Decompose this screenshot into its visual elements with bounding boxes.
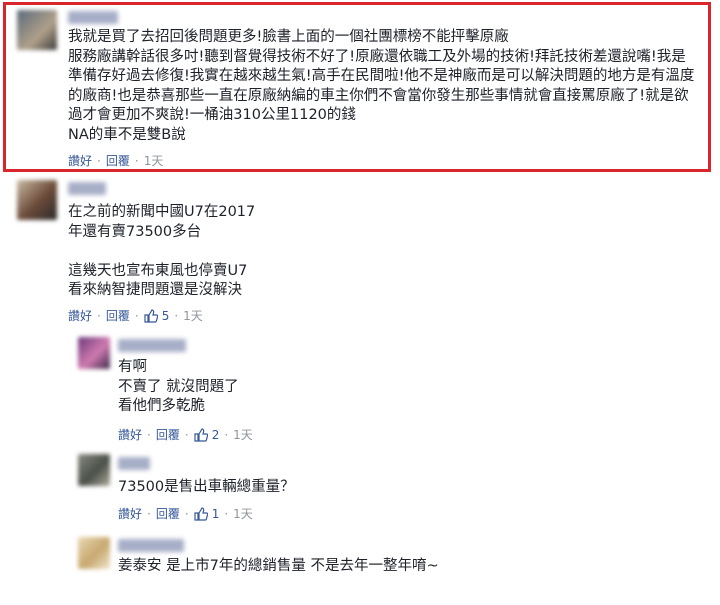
avatar[interactable] [78, 454, 110, 486]
separator: · [97, 308, 101, 323]
thumbs-up-icon [144, 308, 158, 323]
comment-text: 在之前的新聞中國U7在2017 年還有賣73500多台 這幾天也宣布東風也停賣U… [68, 204, 256, 298]
comment-text: 有啊 不賣了 就沒問題了 看他們多乾脆 [118, 359, 239, 414]
comment-text: 我就是買了去招回後問題更多!臉書上面的一個社團標榜不能抨擊原廠 服務廠講幹話很多… [68, 29, 695, 143]
like-count[interactable]: 2 [212, 428, 220, 442]
comment-actions: 讚好 · 回覆 · 2 · 1天 [118, 426, 253, 443]
timestamp[interactable]: 1天 [233, 505, 253, 522]
timestamp[interactable]: 1天 [144, 152, 164, 169]
avatar[interactable] [17, 10, 57, 50]
reply-link[interactable]: 回覆 [106, 307, 130, 324]
like-link[interactable]: 讚好 [118, 505, 142, 522]
author-name[interactable] [118, 339, 186, 352]
separator: · [224, 506, 229, 521]
avatar[interactable] [78, 337, 110, 369]
like-link[interactable]: 讚好 [68, 152, 92, 169]
separator: · [134, 153, 139, 168]
comment-actions: 讚好 · 回覆 · 1天 [68, 152, 163, 169]
separator: · [147, 506, 151, 521]
like-count[interactable]: 1 [212, 507, 220, 521]
author-name[interactable] [68, 182, 106, 195]
separator: · [147, 427, 151, 442]
separator: · [184, 427, 189, 442]
comment-actions: 讚好 · 回覆 · 1 · 1天 [118, 505, 253, 522]
separator: · [184, 506, 189, 521]
separator: · [134, 308, 139, 323]
avatar[interactable] [17, 180, 57, 220]
reply-link[interactable]: 回覆 [156, 426, 180, 443]
like-count[interactable]: 5 [162, 309, 170, 323]
comment-text: 73500是售出車輛總重量？ [118, 479, 295, 495]
timestamp[interactable]: 1天 [183, 307, 203, 324]
separator: · [224, 427, 229, 442]
like-link[interactable]: 讚好 [118, 426, 142, 443]
avatar[interactable] [78, 537, 110, 569]
reply-link[interactable]: 回覆 [106, 152, 130, 169]
separator: · [97, 153, 101, 168]
author-name[interactable] [68, 11, 118, 24]
thumbs-up-icon [194, 506, 208, 521]
like-link[interactable]: 讚好 [68, 307, 92, 324]
separator: · [174, 308, 179, 323]
author-name[interactable] [118, 457, 150, 470]
thumbs-up-icon [194, 427, 208, 442]
comment-actions: 讚好 · 回覆 · 5 · 1天 [68, 307, 203, 324]
reply-link[interactable]: 回覆 [156, 505, 180, 522]
timestamp[interactable]: 1天 [233, 426, 253, 443]
author-name[interactable] [118, 539, 184, 552]
comment-text: 姜泰安 是上市7年的總銷售量 不是去年一整年唷~ [118, 558, 439, 574]
